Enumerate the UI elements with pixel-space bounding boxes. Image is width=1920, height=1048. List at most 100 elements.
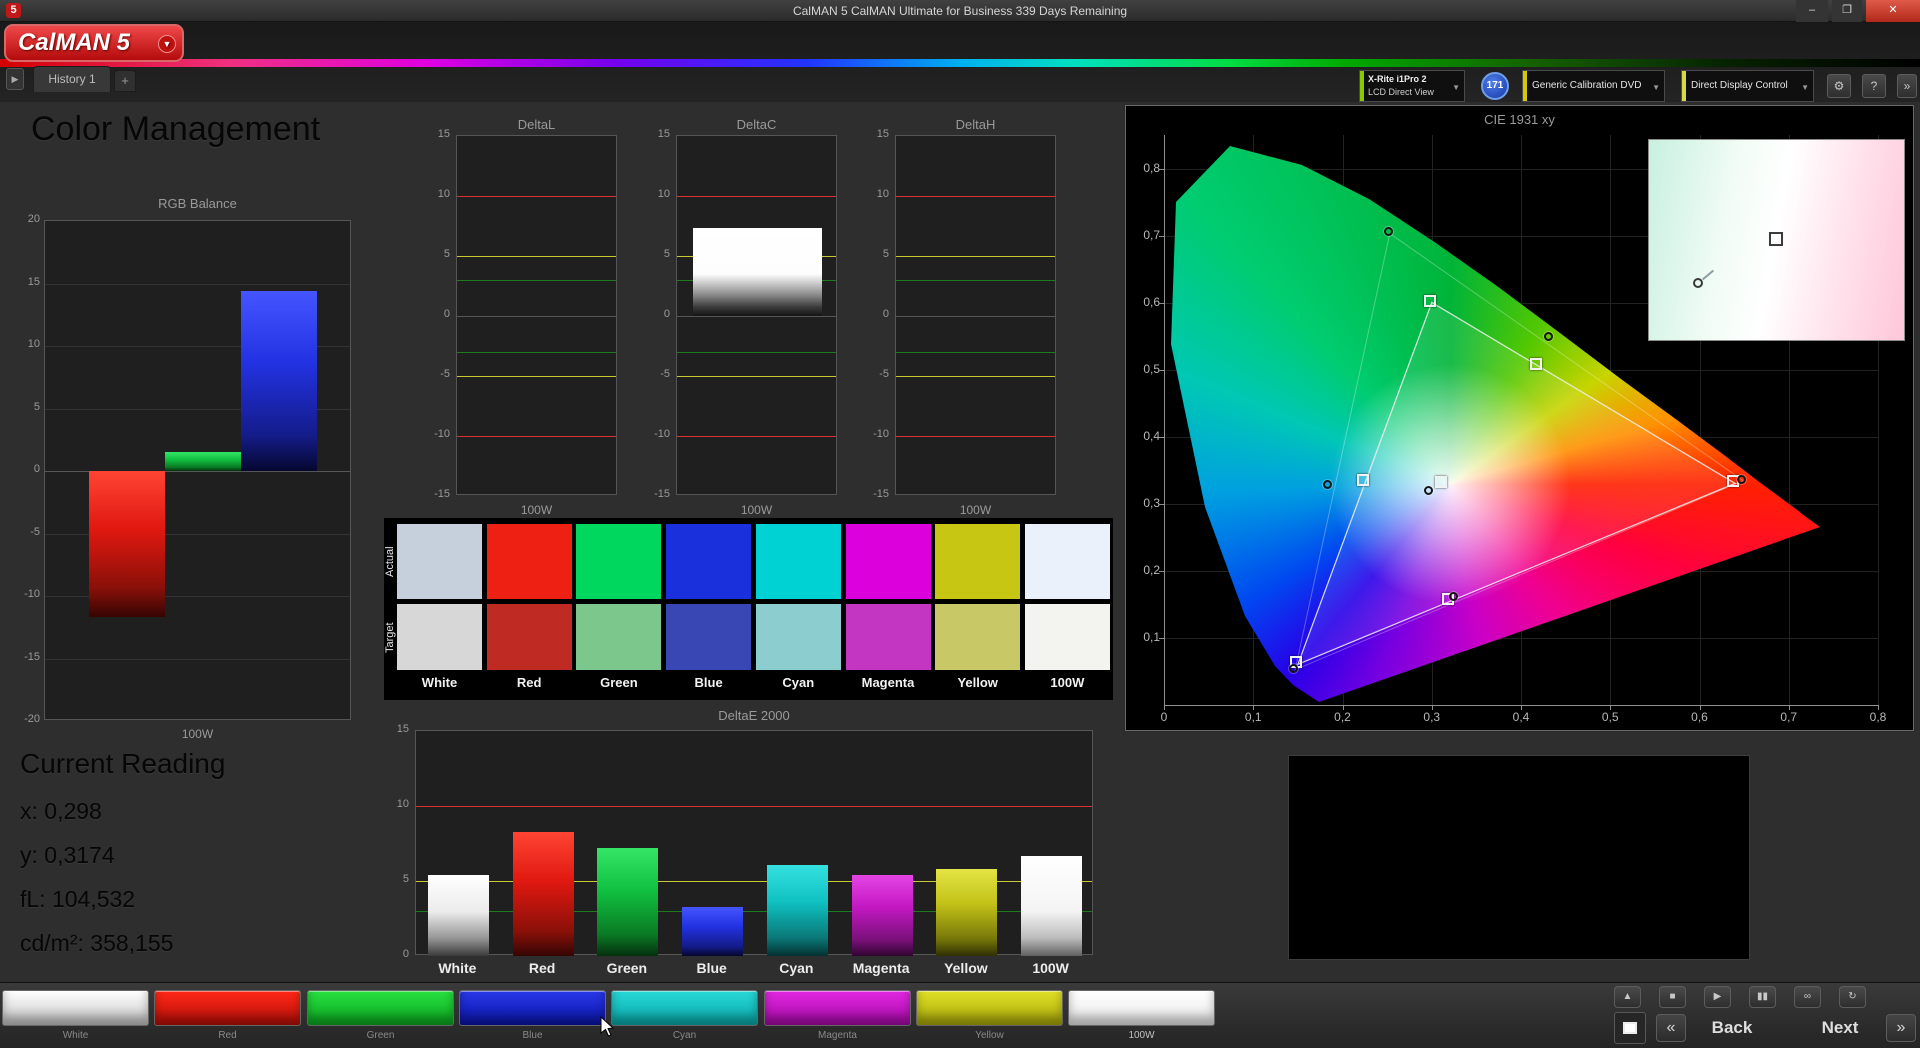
source-dropdown[interactable]: Generic Calibration DVD ▼: [1522, 70, 1665, 102]
pattern-button-green[interactable]: [307, 990, 454, 1026]
x-category-label: Magenta: [839, 960, 924, 976]
pattern-button-white[interactable]: [2, 990, 149, 1026]
y-tick-label: 5: [418, 248, 450, 260]
more-chevron-icon[interactable]: »: [1897, 74, 1917, 98]
meter-accent: [1360, 71, 1364, 101]
cie-target-marker: [1435, 476, 1447, 488]
y-axis-ticks: 151050-5-10-15: [638, 117, 670, 517]
pattern-button-cyan[interactable]: [611, 990, 758, 1026]
loop-button[interactable]: ∞: [1794, 986, 1821, 1008]
y-tick-label: 0,5: [1132, 362, 1160, 376]
chart-plot: [456, 135, 617, 495]
cie-1931-chart: CIE 1931 xy 00,10,20,30,40,50,60,70,80,1…: [1125, 105, 1914, 731]
delta-chart-deltac: DeltaC151050-5-10-15100W: [636, 117, 877, 527]
display-accent: [1682, 71, 1686, 101]
pause-button[interactable]: ▮▮: [1749, 986, 1776, 1008]
eject-button[interactable]: ▲: [1614, 986, 1641, 1008]
help-icon[interactable]: ?: [1862, 74, 1886, 98]
y-tick-label: -5: [857, 368, 889, 380]
y-tick-label: 15: [638, 128, 670, 140]
play-button[interactable]: ▶: [1704, 986, 1731, 1008]
swatch-column-label: Magenta: [846, 675, 931, 690]
x-tick-label: 0,3: [1417, 710, 1447, 724]
display-control-dropdown[interactable]: Direct Display Control ▼: [1681, 70, 1814, 102]
y-tick-label: 15: [418, 128, 450, 140]
inset-target-marker: [1769, 232, 1783, 246]
cie-measured-marker: [1424, 486, 1433, 495]
pattern-label: Cyan: [611, 1030, 758, 1041]
y-tick-label: 0,3: [1132, 496, 1160, 510]
chart-title: DeltaC: [676, 117, 837, 132]
chart-plot: [895, 135, 1056, 495]
deltae-2000-chart: DeltaE 2000 051015 WhiteRedGreenBlueCyan…: [375, 708, 1140, 993]
refresh-button[interactable]: ↻: [1839, 986, 1866, 1008]
close-button[interactable]: ✕: [1866, 0, 1920, 22]
collapse-arrow-icon[interactable]: ▶: [6, 68, 24, 90]
next-chevron-icon[interactable]: »: [1886, 1014, 1916, 1042]
deltae-bar-cyan: [767, 865, 828, 957]
pattern-button-100w[interactable]: [1068, 990, 1215, 1026]
tick-mark: [1253, 705, 1254, 710]
cie-measured-marker: [1323, 480, 1332, 489]
swatch-actual-white: [397, 524, 482, 599]
y-tick-label: 0,4: [1132, 429, 1160, 443]
maximize-button[interactable]: ❐: [1832, 0, 1862, 22]
window-square-icon: [1623, 1022, 1637, 1034]
reference-line-yellow: [457, 256, 616, 257]
swatch-actual-blue: [666, 524, 751, 599]
meter-status-badge: 171: [1481, 72, 1509, 100]
meter-dropdown[interactable]: X-Rite i1Pro 2 LCD Direct View ▼: [1359, 70, 1465, 102]
deltae-bar-blue: [682, 907, 743, 957]
rainbow-strip: [0, 59, 1920, 67]
pattern-button-yellow[interactable]: [916, 990, 1063, 1026]
y-tick-label: -5: [638, 368, 670, 380]
chevron-down-icon[interactable]: ▼: [1452, 83, 1460, 92]
chevron-down-icon[interactable]: ▼: [1801, 83, 1809, 92]
y-tick-label: -10: [418, 428, 450, 440]
pattern-button-magenta[interactable]: [764, 990, 911, 1026]
pattern-window-button[interactable]: [1614, 1012, 1646, 1044]
gear-icon[interactable]: ⚙: [1827, 74, 1851, 98]
swatch-target-white: [397, 604, 482, 670]
x-category-label: Blue: [669, 960, 754, 976]
y-axis-ticks: 151050-5-10-15: [857, 117, 889, 517]
x-tick-label: 0,8: [1863, 710, 1893, 724]
calman-logo[interactable]: CalMAN 5 ▼: [4, 24, 184, 62]
current-reading-line: fL: 104,532: [20, 886, 135, 913]
current-reading-line: cd/m²: 358,155: [20, 930, 173, 957]
delta-charts-row: DeltaL151050-5-10-15100WDeltaC151050-5-1…: [0, 117, 1120, 527]
tick-mark: [1159, 638, 1164, 639]
tick-mark: [1159, 169, 1164, 170]
swatch-column-label: Blue: [666, 675, 751, 690]
y-tick-label: 15: [379, 723, 409, 735]
minimize-button[interactable]: –: [1796, 0, 1828, 22]
pattern-button-blue[interactable]: [459, 990, 606, 1026]
inset-trend-line: [1702, 270, 1714, 281]
add-tab-button[interactable]: +: [114, 70, 136, 92]
chart-plot: [676, 135, 837, 495]
video-preview-window: [1288, 755, 1750, 960]
zero-line: [896, 316, 1055, 317]
logo-menu-caret-icon[interactable]: ▼: [158, 35, 176, 53]
pattern-label: White: [2, 1030, 149, 1041]
y-tick-label: 5: [638, 248, 670, 260]
chevron-down-icon[interactable]: ▼: [1652, 83, 1660, 92]
stop-button[interactable]: ■: [1659, 986, 1686, 1008]
tab-history-1[interactable]: History 1: [33, 66, 111, 92]
y-tick-label: -20: [10, 713, 40, 725]
x-tick-label: 0,4: [1506, 710, 1536, 724]
chart-title: DeltaH: [895, 117, 1056, 132]
x-axis-label: 100W: [44, 727, 351, 741]
swatch-column-label: Green: [576, 675, 661, 690]
tick-mark: [1700, 705, 1701, 710]
y-tick-label: -5: [10, 526, 40, 538]
pattern-button-red[interactable]: [154, 990, 301, 1026]
back-chevron-icon[interactable]: «: [1656, 1014, 1686, 1042]
next-button[interactable]: Next: [1800, 1014, 1880, 1042]
pattern-bar: WhiteRedGreenBlueCyanMagentaYellow100W ▲…: [0, 982, 1920, 1048]
cie-target-marker: [1424, 295, 1436, 307]
y-tick-label: -15: [857, 488, 889, 500]
reference-line-yellow: [896, 256, 1055, 257]
window-title: CalMAN 5 CalMAN Ultimate for Business 33…: [0, 0, 1920, 22]
back-button[interactable]: Back: [1692, 1014, 1772, 1042]
